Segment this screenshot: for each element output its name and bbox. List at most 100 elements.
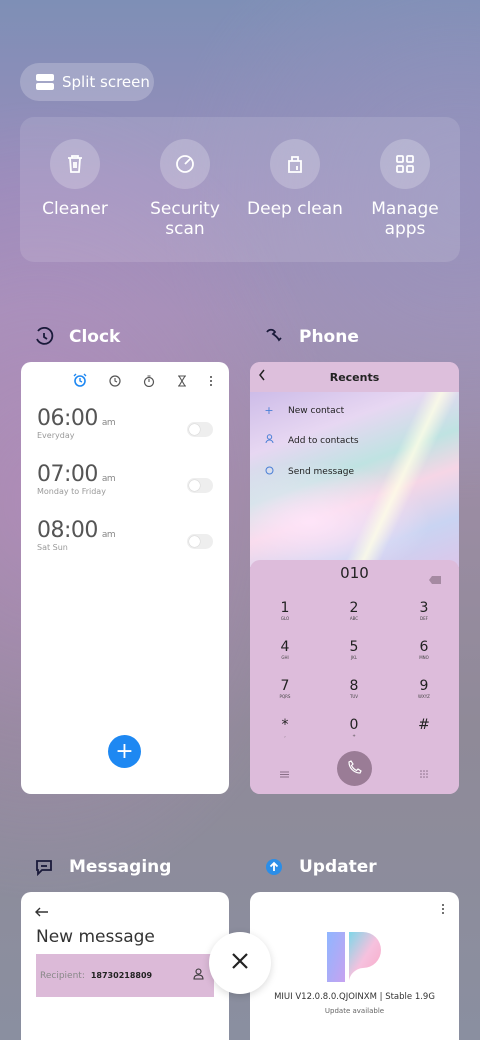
miui-12-logo bbox=[327, 930, 383, 988]
clock-app-icon bbox=[33, 326, 55, 348]
alarm-ampm: am bbox=[101, 474, 116, 484]
dialed-number: 010 bbox=[340, 564, 369, 582]
updater-app-header[interactable]: Updater bbox=[263, 856, 377, 878]
recipient-field[interactable]: Recipient: 18730218809 bbox=[36, 954, 214, 997]
clock-tabs bbox=[21, 362, 229, 392]
dial-key-0[interactable]: 0 + bbox=[324, 717, 384, 739]
message-icon bbox=[264, 465, 274, 478]
manage-apps-label: Manage apps bbox=[371, 199, 439, 239]
messaging-app-card[interactable]: New message Recipient: 18730218809 bbox=[21, 892, 229, 1040]
key-digit: # bbox=[418, 717, 430, 733]
recipient-value: 18730218809 bbox=[90, 971, 153, 980]
call-icon bbox=[347, 759, 362, 778]
phone-wallpaper bbox=[250, 392, 459, 567]
split-screen-icon bbox=[36, 74, 54, 90]
alarm-ampm: am bbox=[101, 530, 116, 540]
key-letters: DEF bbox=[420, 616, 428, 621]
key-letters: WXYZ bbox=[418, 694, 430, 699]
dial-key-4[interactable]: 4 GHI bbox=[255, 639, 315, 661]
alarm-time: 07:00 bbox=[37, 462, 98, 487]
dial-key-1[interactable]: 1 GLO bbox=[255, 600, 315, 622]
phone-app-header[interactable]: Phone bbox=[263, 326, 359, 348]
key-digit: 7 bbox=[280, 678, 290, 694]
deep-clean-icon bbox=[270, 139, 320, 189]
manage-apps-button[interactable]: Manage apps bbox=[350, 139, 460, 239]
recipient-label: Recipient: bbox=[40, 970, 85, 981]
clock-app-header[interactable]: Clock bbox=[33, 326, 120, 348]
dial-key-2[interactable]: 2 ABC bbox=[324, 600, 384, 622]
dialpad-toggle-icon[interactable] bbox=[420, 763, 428, 782]
alarm-row[interactable]: 06:00 am Everyday bbox=[21, 406, 229, 462]
dial-key-6[interactable]: 6 MNO bbox=[394, 639, 454, 661]
updater-app-name: Updater bbox=[299, 857, 377, 877]
clock-tab-icon[interactable] bbox=[109, 372, 121, 391]
deep-clean-label: Deep clean bbox=[247, 199, 343, 219]
stopwatch-tab-icon[interactable] bbox=[143, 372, 155, 391]
alarm-row[interactable]: 07:00 am Monday to Friday bbox=[21, 462, 229, 518]
alarm-ampm: am bbox=[101, 418, 116, 428]
messaging-app-icon bbox=[33, 856, 55, 878]
security-scan-button[interactable]: Security scan bbox=[130, 139, 240, 239]
add-to-contacts-label: Add to contacts bbox=[288, 435, 359, 446]
alarm-toggle[interactable] bbox=[187, 422, 213, 437]
add-alarm-button[interactable]: + bbox=[108, 735, 141, 768]
timer-tab-icon[interactable] bbox=[177, 372, 187, 391]
alarm-toggle[interactable] bbox=[187, 534, 213, 549]
back-arrow-icon[interactable] bbox=[35, 902, 48, 921]
dial-key-9[interactable]: 9 WXYZ bbox=[394, 678, 454, 700]
phone-app-card[interactable]: Recents + New contact Add to contacts Se… bbox=[250, 362, 459, 794]
alarm-row[interactable]: 08:00 am Sat Sun bbox=[21, 518, 229, 574]
version-text: MIUI V12.0.8.0.QJOINXM | Stable 1.9G bbox=[274, 992, 435, 1002]
clock-app-name: Clock bbox=[69, 327, 121, 347]
split-screen-button[interactable]: Split screen bbox=[20, 63, 154, 101]
key-letters: , bbox=[284, 733, 286, 738]
clock-app-card[interactable]: 06:00 am Everyday 07:00 am Monday to Frida… bbox=[21, 362, 229, 794]
key-letters: MNO bbox=[419, 655, 429, 660]
messaging-app-header[interactable]: Messaging bbox=[33, 856, 171, 878]
call-button[interactable] bbox=[337, 751, 372, 786]
new-contact-label: New contact bbox=[288, 405, 345, 416]
key-letters: TUV bbox=[349, 694, 359, 699]
cleaner-button[interactable]: Cleaner bbox=[20, 139, 130, 219]
cleaner-label: Cleaner bbox=[42, 199, 108, 219]
dial-key-hash[interactable]: # bbox=[394, 717, 454, 733]
updater-app-icon bbox=[263, 856, 285, 878]
dial-key-8[interactable]: 8 TUV bbox=[324, 678, 384, 700]
key-digit: 6 bbox=[419, 639, 429, 655]
new-contact-option[interactable]: + New contact bbox=[264, 404, 344, 417]
alarm-tab-icon[interactable] bbox=[73, 372, 87, 391]
phone-app-icon bbox=[263, 326, 285, 348]
key-letters: GLO bbox=[280, 616, 290, 621]
alarm-toggle[interactable] bbox=[187, 478, 213, 493]
dial-key-7[interactable]: 7 PQRS bbox=[255, 678, 315, 700]
back-arrow-icon[interactable] bbox=[258, 369, 266, 384]
clear-all-button[interactable] bbox=[209, 932, 271, 994]
trash-icon bbox=[50, 139, 100, 189]
backspace-icon[interactable] bbox=[429, 569, 441, 588]
updater-app-card[interactable]: MIUI V12.0.8.0.QJOINXM | Stable 1.9G Upd… bbox=[250, 892, 459, 1040]
key-digit: 5 bbox=[349, 639, 359, 655]
dialpad: 010 1 GLO 2 ABC 3 DEF 4 GHI 5 JKL 6 MNO 7 PQRS … bbox=[250, 560, 459, 794]
split-screen-label: Split screen bbox=[62, 73, 150, 91]
key-letters: JKL bbox=[350, 655, 358, 660]
send-message-label: Send message bbox=[288, 466, 354, 477]
dial-key-5[interactable]: 5 JKL bbox=[324, 639, 384, 661]
phone-app-name: Phone bbox=[299, 327, 359, 347]
more-options-icon[interactable] bbox=[441, 900, 445, 919]
contact-picker-icon[interactable] bbox=[193, 968, 204, 983]
key-digit: 0 bbox=[349, 717, 359, 733]
grid-icon bbox=[380, 139, 430, 189]
key-digit: * bbox=[281, 717, 289, 733]
dial-key-3[interactable]: 3 DEF bbox=[394, 600, 454, 622]
quick-tools-panel: Cleaner Security scan Deep clean Manage … bbox=[20, 117, 460, 262]
key-letters: ABC bbox=[349, 616, 359, 621]
deep-clean-button[interactable]: Deep clean bbox=[240, 139, 350, 219]
dial-key-star[interactable]: *, bbox=[255, 717, 315, 739]
alarm-time: 08:00 bbox=[37, 518, 98, 543]
send-message-option[interactable]: Send message bbox=[264, 465, 354, 478]
menu-icon[interactable] bbox=[280, 763, 289, 782]
more-options-icon[interactable] bbox=[209, 372, 213, 391]
add-to-contacts-option[interactable]: Add to contacts bbox=[264, 434, 359, 447]
key-digit: 8 bbox=[349, 678, 359, 694]
key-digit: 4 bbox=[280, 639, 290, 655]
